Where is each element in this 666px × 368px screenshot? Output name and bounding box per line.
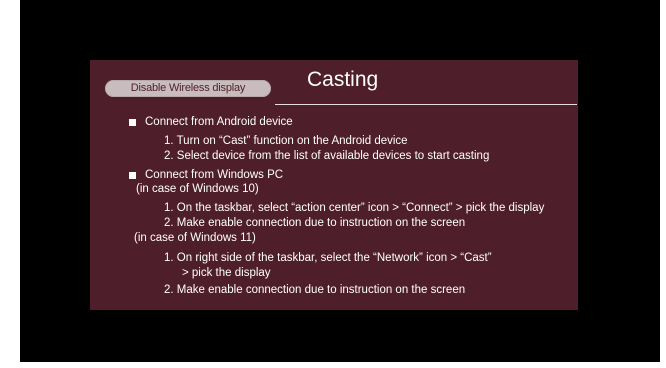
section-heading-android: Connect from Android device xyxy=(145,116,293,128)
disable-wireless-display-button[interactable]: Disable Wireless display xyxy=(105,80,271,97)
title-divider xyxy=(275,104,577,105)
bullet-square-icon xyxy=(129,172,136,179)
section-heading-windows: Connect from Windows PC xyxy=(145,169,284,181)
page-title: Casting xyxy=(307,68,379,91)
windows-11-note: (in case of Windows 11) xyxy=(134,232,256,244)
list-item-continuation: > pick the display xyxy=(182,267,271,279)
list-item: 1. On right side of the taskbar, select … xyxy=(164,252,492,264)
bullet-square-icon xyxy=(129,119,136,126)
list-item: 1. On the taskbar, select “action center… xyxy=(164,202,545,214)
list-item: 1. Turn on “Cast” function on the Androi… xyxy=(164,135,408,147)
screen: Disable Wireless display Casting Connect… xyxy=(0,0,666,368)
list-item: 2. Select device from the list of availa… xyxy=(164,150,490,162)
list-item: 2. Make enable connection due to instruc… xyxy=(164,217,466,229)
windows-10-note: (in case of Windows 10) xyxy=(136,183,259,195)
list-item: 2. Make enable connection due to instruc… xyxy=(164,284,466,296)
